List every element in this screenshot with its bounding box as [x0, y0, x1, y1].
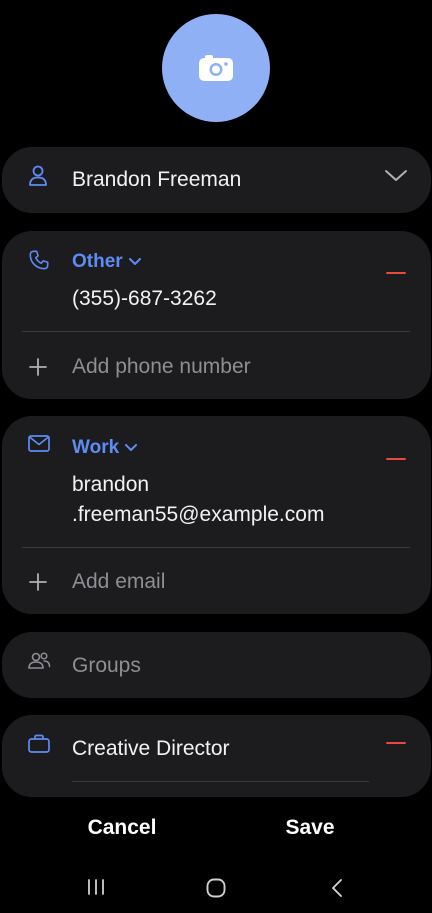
name-card: Brandon Freeman — [2, 147, 431, 213]
remove-job-title-button[interactable] — [386, 742, 406, 744]
save-button[interactable]: Save — [250, 816, 370, 840]
add-photo-button[interactable] — [162, 14, 270, 122]
chevron-down-icon — [125, 444, 138, 451]
divider — [22, 331, 410, 332]
chevron-down-icon[interactable] — [384, 169, 408, 183]
phone-card: Other (355)-687-3262 Add phone number — [2, 231, 431, 399]
recent-apps-icon[interactable] — [86, 878, 106, 896]
input-underline — [72, 781, 369, 782]
job-title-card: Creative Director — [2, 715, 431, 797]
groups-card[interactable]: Groups — [2, 632, 431, 698]
briefcase-icon — [28, 734, 50, 753]
remove-email-button[interactable] — [386, 458, 406, 460]
plus-icon[interactable] — [29, 358, 47, 376]
phone-icon — [29, 250, 49, 270]
home-icon[interactable] — [205, 877, 227, 899]
divider — [22, 547, 410, 548]
phone-type-label: Other — [72, 251, 123, 272]
mail-icon — [28, 435, 50, 452]
cancel-button[interactable]: Cancel — [60, 816, 184, 840]
add-phone-number-button[interactable]: Add phone number — [72, 355, 251, 379]
phone-number-field[interactable]: (355)-687-3262 — [72, 287, 217, 311]
email-field-line1[interactable]: brandon — [72, 473, 149, 497]
contact-name-field[interactable]: Brandon Freeman — [72, 168, 241, 192]
email-type-dropdown[interactable]: Work — [72, 437, 138, 459]
camera-icon — [199, 55, 233, 81]
phone-type-dropdown[interactable]: Other — [72, 251, 141, 273]
groups-icon — [28, 652, 51, 669]
remove-phone-button[interactable] — [386, 272, 406, 274]
add-email-button[interactable]: Add email — [72, 570, 165, 594]
chevron-down-icon — [128, 258, 141, 265]
groups-label: Groups — [72, 654, 141, 677]
person-icon — [29, 165, 47, 186]
back-icon[interactable] — [330, 878, 344, 898]
email-card: Work brandon .freeman55@example.com Add … — [2, 416, 431, 614]
job-title-field[interactable]: Creative Director — [72, 737, 230, 761]
email-type-label: Work — [72, 437, 120, 458]
plus-icon[interactable] — [29, 573, 47, 591]
email-field-line2[interactable]: .freeman55@example.com — [72, 503, 324, 527]
